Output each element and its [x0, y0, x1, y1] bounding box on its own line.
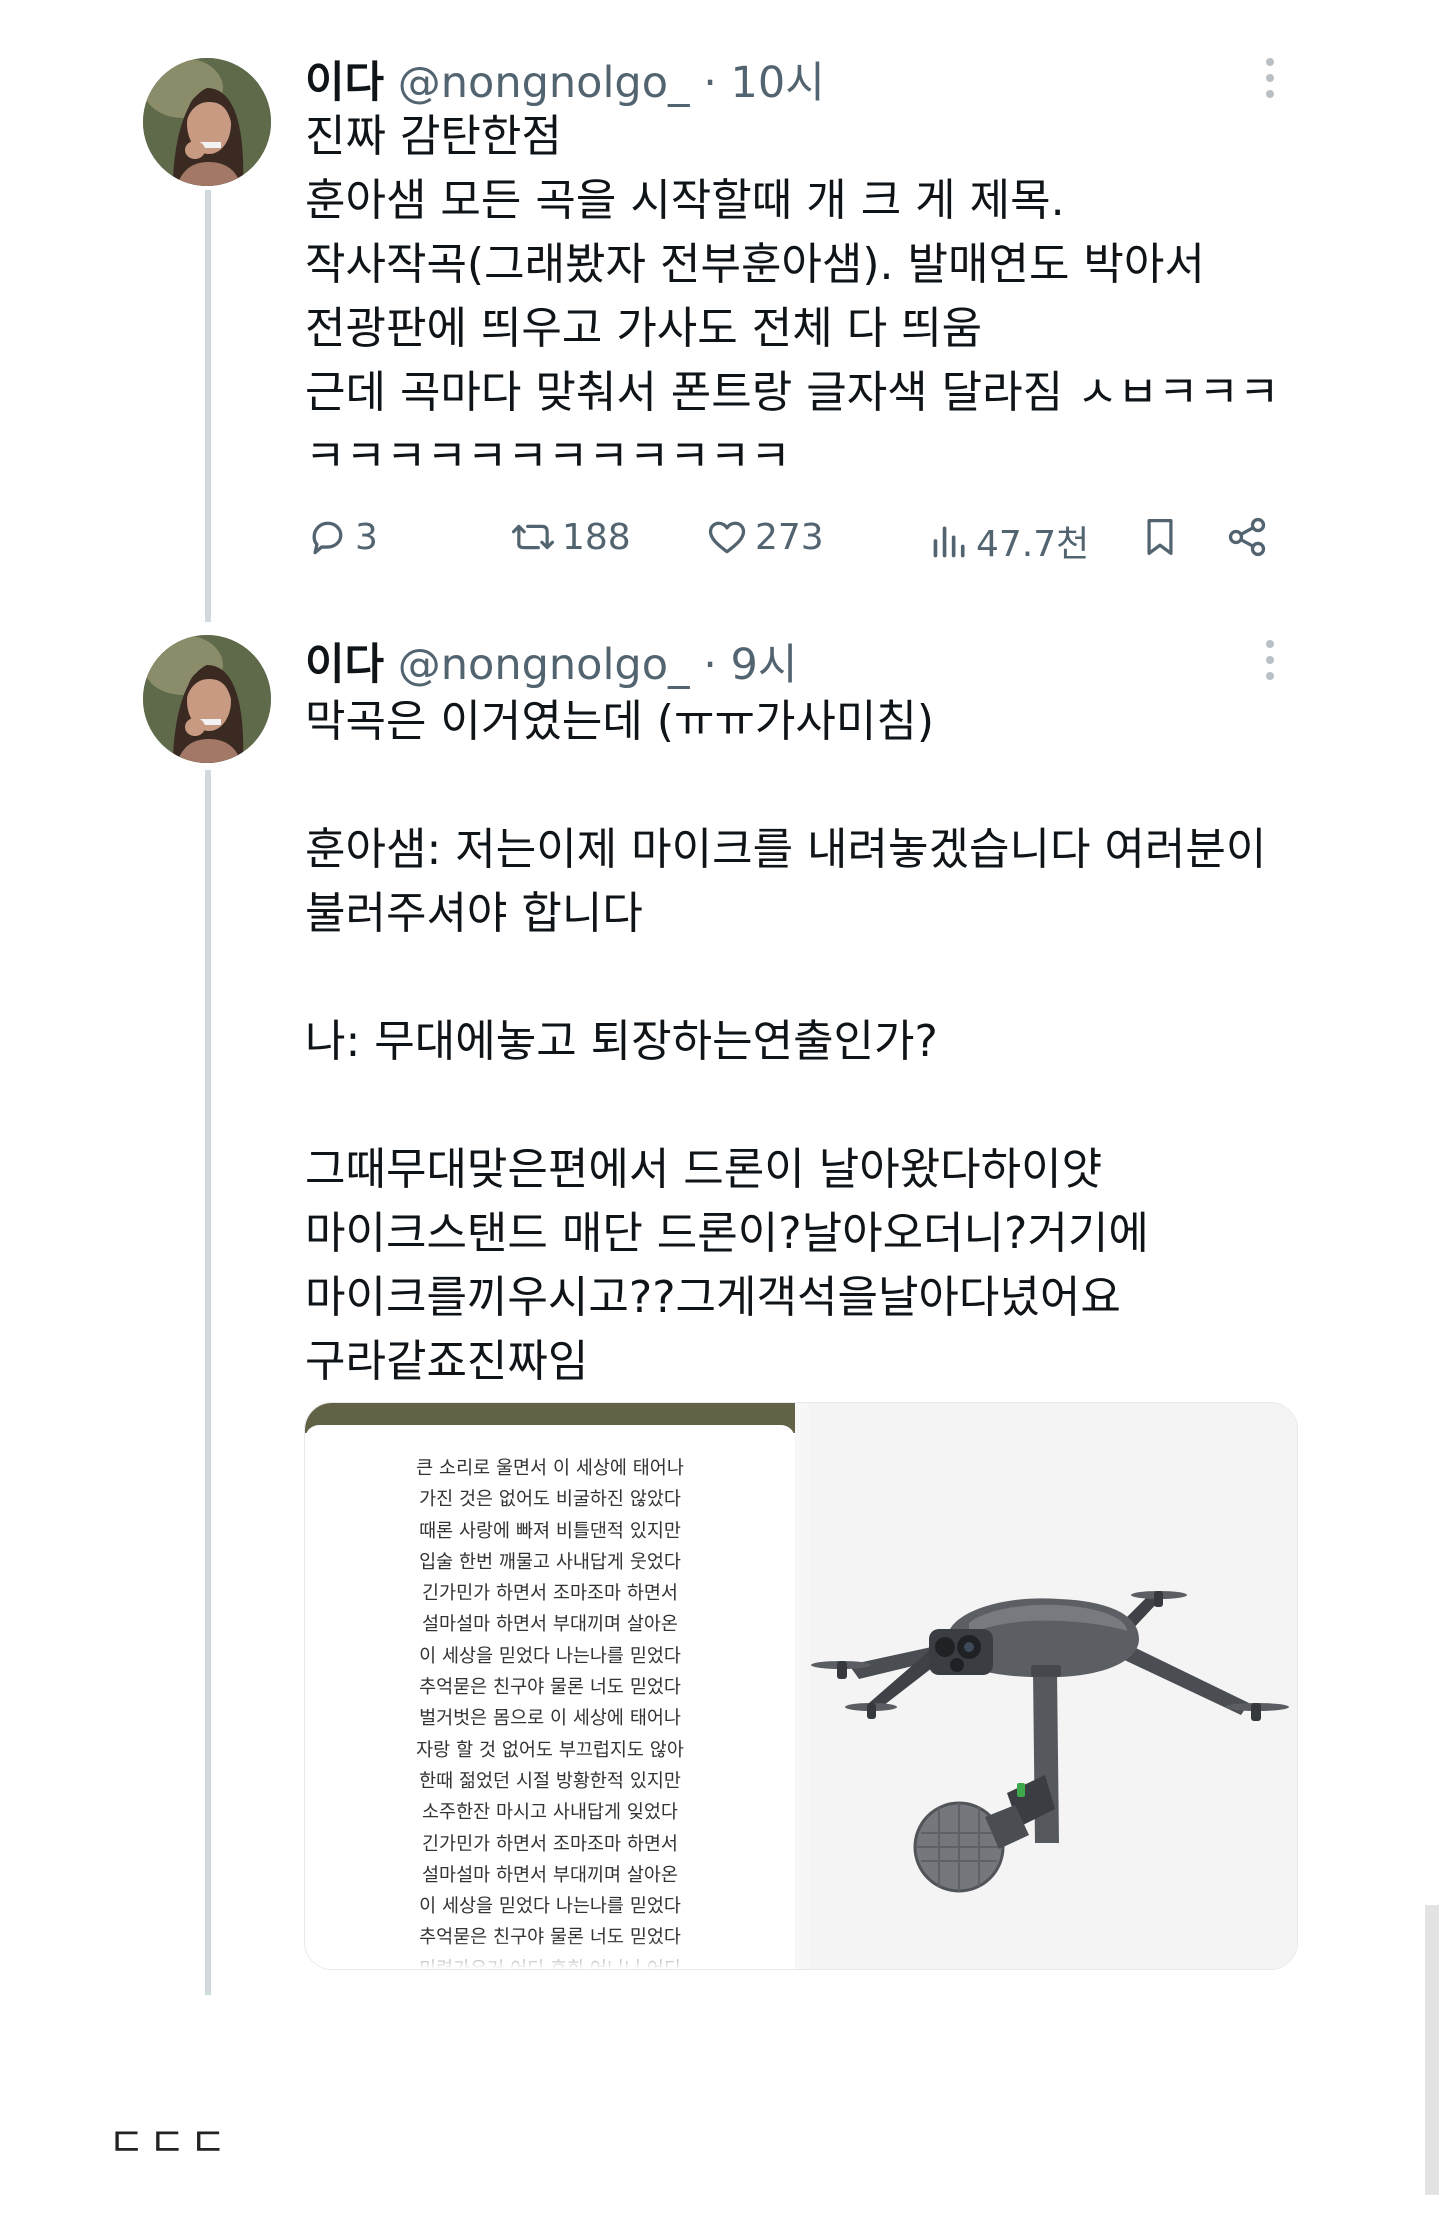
lyric-line: 자랑 할 것 없어도 부끄럽지도 않아: [416, 1739, 684, 1761]
views-count: 47.7천: [976, 524, 1090, 565]
like-button[interactable]: 273: [705, 515, 824, 559]
lyric-line: 이 세상을 믿었다 나는나를 믿었다: [419, 1896, 681, 1918]
text-line: 나: 무대에놓고 퇴장하는연출인가?: [305, 1016, 938, 1067]
lyrics-fade: [305, 1939, 795, 1969]
drone-with-microphone-illustration: [809, 1403, 1297, 1969]
reply-icon: [312, 521, 343, 555]
text-line: 막곡은 이거였는데 (ㅠㅠ가사미침): [305, 696, 935, 747]
text-line: ​: [305, 946, 1266, 1010]
lyric-line: 한때 젊었던 시절 방황한적 있지만: [419, 1770, 681, 1792]
text-line: 마이크를끼우시고??그게객석을날아다녔어요: [305, 1272, 1121, 1323]
like-icon: [708, 521, 746, 554]
author-handle[interactable]: @nongnolgo_: [398, 58, 690, 108]
lyric-line: 때론 사랑에 빠져 비틀댄적 있지만: [419, 1520, 681, 1542]
action-bar: 3 188 273 47.7천: [305, 515, 1275, 575]
text-line: 진짜 감탄한점: [305, 111, 562, 162]
bookmark-button[interactable]: [1140, 515, 1180, 559]
share-button[interactable]: [1225, 515, 1269, 559]
lyric-line: 긴가민가 하면서 조마조마 하면서: [422, 1833, 678, 1855]
text-line: 그때무대맞은편에서 드론이 날아왔다하이얏: [305, 1144, 1103, 1195]
text-line: 근데 곡마다 맞춰서 폰트랑 글자색 달라짐 ㅅㅂㅋㅋㅋ: [305, 367, 1280, 418]
more-icon[interactable]: [1265, 58, 1275, 98]
lyric-line: 벌거벗은 몸으로 이 세상에 태어나: [419, 1708, 681, 1730]
text-line: 구라같죠진짜임: [305, 1336, 589, 1387]
text-line: 마이크스탠드 매단 드론이?날아오더니?거기에: [305, 1208, 1149, 1259]
lyrics-image[interactable]: 큰 소리로 울면서 이 세상에 태어나 가진 것은 없어도 비굴하진 않았다 때…: [305, 1403, 795, 1969]
drone-image[interactable]: [809, 1403, 1297, 1969]
lyric-line: 입술 한번 깨물고 사내답게 웃었다: [419, 1551, 681, 1573]
footer-text: ㄷㄷㄷ: [108, 2120, 231, 2166]
share-icon: [1228, 517, 1266, 557]
author-name[interactable]: 이다: [305, 58, 384, 108]
reply-button[interactable]: 3: [305, 515, 378, 559]
tweet-text: 막곡은 이거였는데 (ㅠㅠ가사미침) ​ 훈아샘: 저는이제 마이크를 내려놓겠습니…: [305, 690, 1266, 1394]
tweet-header: 이다 @nongnolgo_ · 9시: [305, 630, 797, 692]
thread-line: [205, 770, 211, 1995]
retweet-button[interactable]: 188: [510, 515, 631, 559]
text-line: 훈아샘: 저는이제 마이크를 내려놓겠습니다 여러분이: [305, 824, 1267, 875]
views-icon: [933, 526, 965, 558]
avatar[interactable]: [143, 58, 271, 186]
tweet-media[interactable]: 큰 소리로 울면서 이 세상에 태어나 가진 것은 없어도 비굴하진 않았다 때…: [304, 1402, 1298, 1970]
thread-line: [205, 190, 211, 622]
text-line: ​: [305, 1074, 1266, 1138]
lyric-line: 가진 것은 없어도 비굴하진 않았다: [419, 1489, 681, 1511]
text-line: 전광판에 띄우고 가사도 전체 다 띄움: [305, 303, 983, 354]
timestamp[interactable]: 10시: [731, 58, 825, 108]
text-line: 불러주셔야 합니다: [305, 888, 643, 939]
text-line: ​: [305, 754, 1266, 818]
retweet-icon: [511, 524, 555, 550]
text-line: 작사작곡(그래봤자 전부훈아샘). 발매연도 박아서: [305, 239, 1205, 290]
timestamp[interactable]: 9시: [731, 640, 798, 690]
lyrics-header-edge: [305, 1425, 795, 1441]
separator-dot: ·: [703, 58, 717, 108]
like-count: 273: [755, 516, 824, 558]
text-line: ㅋㅋㅋㅋㅋㅋㅋㅋㅋㅋㅋㅋ: [305, 431, 791, 482]
lyrics-text: 큰 소리로 울면서 이 세상에 태어나 가진 것은 없어도 비굴하진 않았다 때…: [305, 1453, 795, 1969]
scrollbar[interactable]: [1425, 1905, 1439, 2195]
lyric-line: 설마설마 하면서 부대끼며 살아온: [422, 1864, 678, 1886]
lyric-line: 긴가민가 하면서 조마조마 하면서: [422, 1583, 678, 1605]
lyric-line: 큰 소리로 울면서 이 세상에 태어나: [416, 1458, 684, 1479]
text-line: 훈아샘 모든 곡을 시작할때 개 크 게 제목.: [305, 175, 1065, 226]
author-name[interactable]: 이다: [305, 640, 384, 690]
bookmark-icon: [1147, 519, 1173, 555]
avatar[interactable]: [143, 635, 271, 763]
author-handle[interactable]: @nongnolgo_: [398, 640, 690, 690]
tweet-header: 이다 @nongnolgo_ · 10시: [305, 48, 825, 110]
more-icon[interactable]: [1265, 640, 1275, 680]
lyric-line: 추억묻은 친구야 물론 너도 믿었다: [419, 1677, 681, 1699]
lyric-line: 소주한잔 마시고 사내답게 잊었다: [422, 1802, 678, 1824]
lyric-line: 이 세상을 믿었다 나는나를 믿었다: [419, 1645, 681, 1667]
reply-count: 3: [355, 516, 378, 558]
retweet-count: 188: [562, 516, 631, 558]
views-button[interactable]: 47.7천: [930, 515, 1089, 567]
lyric-line: 설마설마 하면서 부대끼며 살아온: [422, 1614, 678, 1636]
separator-dot: ·: [703, 640, 717, 690]
tweet-text: 진짜 감탄한점훈아샘 모든 곡을 시작할때 개 크 게 제목. 작사작곡(그래봤자…: [305, 105, 1279, 489]
